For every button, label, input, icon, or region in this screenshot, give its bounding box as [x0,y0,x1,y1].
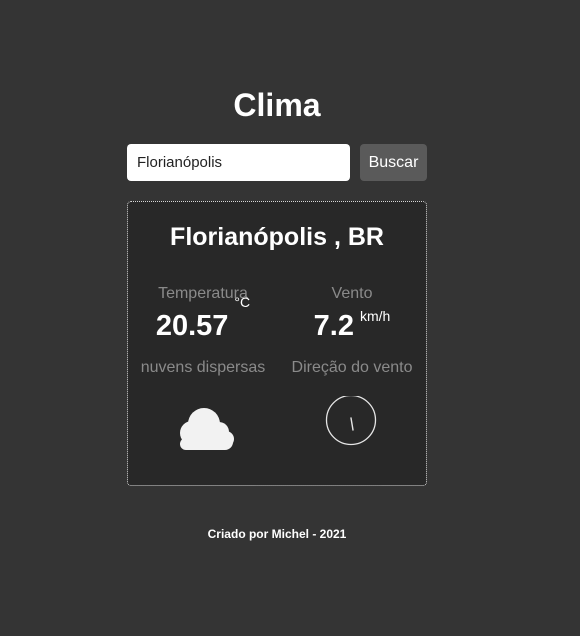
location-title: Florianópolis , BR [170,223,384,251]
temperature-section: Temperatura 20.57 °C nuvens dispersas [128,284,278,378]
temperature-label: Temperatura [158,285,248,302]
condition-icon-container [128,396,278,452]
city-search-input[interactable] [127,144,350,181]
search-button[interactable]: Buscar [360,144,427,181]
wind-reading: 7.2 km/h [277,308,427,344]
page-title: Clima [233,87,321,123]
wind-direction-icon-container [277,394,427,452]
temperature-reading: 20.57 °C [128,294,278,344]
wind-direction-label: Direção do vento [291,359,413,376]
wind-section: Vento 7.2 km/h Direção do vento [277,284,427,378]
temperature-value: 20.57 [155,310,229,342]
temperature-unit: °C [234,294,251,310]
wind-speed-value: 7.2 [313,310,354,342]
weather-card: Florianópolis , BR Temperatura 20.57 °C n… [127,201,427,486]
wind-compass-icon [325,394,377,446]
wind-speed-unit: km/h [359,308,391,324]
search-bar: Buscar [127,144,427,181]
weather-app: Clima Buscar Florianópolis , BR Temperat… [0,0,580,636]
footer-credit: Criado por Michel - 2021 [207,527,347,541]
wind-label: Vento [331,285,373,302]
weather-description: nuvens dispersas [140,359,266,376]
cloud-icon [180,408,234,450]
